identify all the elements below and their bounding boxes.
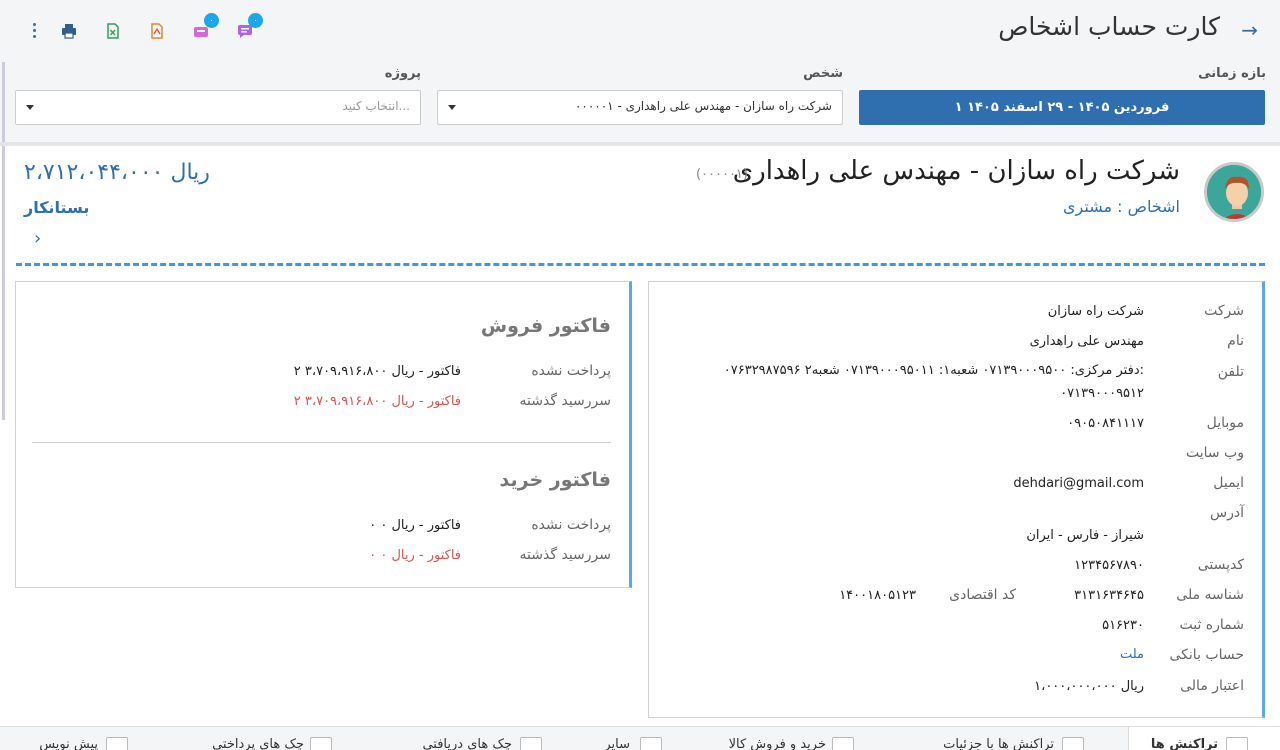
- more-menu-icon[interactable]: [28, 18, 40, 42]
- phone-value-line1: ۰۷۶۳۲۹۸۷۵۹۶ دفتر مرکزی: ۰۷۱۳۹۰۰۰۹۵۰۰ شعب…: [723, 363, 1144, 378]
- tab-other[interactable]: سایر: [604, 737, 630, 750]
- invoice-summary-card: فاکتور فروش پرداخت نشده ۲ فاکتور - ریال …: [15, 281, 632, 588]
- person-name: شرکت راه سازان - مهندس علی راهداری: [732, 156, 1180, 186]
- credit-label: اعتبار مالی: [1180, 678, 1244, 694]
- print-icon[interactable]: [58, 20, 80, 42]
- tab-checkbox-transactions-details[interactable]: [1062, 737, 1084, 750]
- tab-drafts[interactable]: پیش نویس: [39, 737, 98, 750]
- project-label: پروژه: [384, 66, 421, 81]
- purchase-overdue-label: سررسید گذشته: [519, 547, 611, 563]
- pdf-export-icon[interactable]: [146, 20, 168, 42]
- sales-unpaid-label: پرداخت نشده: [531, 363, 611, 379]
- divider: [32, 442, 611, 443]
- filters-bar: بازه زمانی ۱ فروردین ۱۴۰۵ - ۲۹ اسفند ۱۴۰…: [0, 62, 1280, 142]
- phone-value-line2: ۰۷۱۳۹۰۰۰۹۵۱۲: [1060, 386, 1144, 401]
- address-label: آدرس: [1210, 505, 1244, 521]
- person-select[interactable]: ۰۰۰۰۰۱ - شرکت راه سازان - مهندس علی راهد…: [437, 90, 843, 125]
- company-value: شرکت راه سازان: [1047, 304, 1144, 319]
- person-type: اشخاص : مشتری: [1063, 197, 1180, 216]
- project-select[interactable]: انتخاب کنید...: [15, 90, 421, 125]
- tab-checkbox-received-cheques[interactable]: [520, 737, 542, 750]
- inbox-icon[interactable]: ۰: [190, 13, 219, 42]
- tab-transactions-details[interactable]: تراکنش ها با جزئیات: [943, 737, 1054, 750]
- person-select-value: ۰۰۰۰۰۱ - شرکت راه سازان - مهندس علی راهد…: [574, 99, 832, 113]
- name-value: مهندس علی راهداری: [1029, 334, 1144, 349]
- tab-goods-trade[interactable]: خرید و فروش کالا: [729, 737, 826, 750]
- balance-amount: ریال ۲،۷۱۲،۰۴۴،۰۰۰: [24, 160, 210, 185]
- bank-account-link[interactable]: ملت: [1120, 647, 1144, 662]
- sales-invoice-title: فاکتور فروش: [480, 315, 611, 337]
- bank-account-label: حساب بانکی: [1169, 647, 1245, 663]
- balance-status: بستانکار: [24, 198, 90, 217]
- person-label: شخص: [803, 66, 843, 81]
- sales-overdue-label: سررسید گذشته: [519, 393, 611, 409]
- date-range-button[interactable]: ۱ فروردین ۱۴۰۵ - ۲۹ اسفند ۱۴۰۵: [859, 90, 1265, 125]
- purchase-unpaid-label: پرداخت نشده: [531, 517, 611, 533]
- tab-received-cheques[interactable]: چک های دریافتی: [422, 737, 512, 750]
- inbox-badge: ۰: [204, 13, 219, 28]
- phone-label: تلفن: [1217, 364, 1244, 380]
- tab-checkbox-goods[interactable]: [832, 737, 854, 750]
- chevron-right-icon[interactable]: ›: [34, 228, 41, 249]
- divider: [0, 142, 1280, 146]
- person-code: (۰۰۰۰۰۱): [695, 167, 748, 182]
- purchase-unpaid-value: ۰ فاکتور - ریال ۰: [369, 518, 461, 533]
- tab-checkbox-other[interactable]: [640, 737, 662, 750]
- economic-code-value: ۱۴۰۰۱۸۰۵۱۲۳: [839, 588, 916, 603]
- credit-value: ریال ۱،۰۰۰،۰۰۰،۰۰۰: [1034, 679, 1144, 694]
- person-info-card: شرکت شرکت راه سازان نام مهندس علی راهدار…: [648, 281, 1265, 718]
- national-id-label: شناسه ملی: [1176, 587, 1244, 603]
- company-label: شرکت: [1204, 303, 1244, 319]
- mobile-label: موبایل: [1206, 415, 1244, 431]
- purchase-invoice-title: فاکتور خرید: [499, 469, 611, 491]
- messages-icon[interactable]: ۰: [234, 13, 263, 42]
- back-arrow-icon[interactable]: →: [1241, 18, 1258, 42]
- scrollbar-track[interactable]: [2, 62, 5, 420]
- date-range-label: بازه زمانی: [1198, 66, 1266, 81]
- project-select-placeholder: انتخاب کنید...: [342, 99, 410, 113]
- chevron-down-icon: [448, 105, 456, 110]
- sales-unpaid-value: ۲ فاکتور - ریال ۳،۷۰۹،۹۱۶،۸۰۰: [293, 364, 461, 379]
- national-id-value: ۳۱۳۱۶۳۴۶۴۵: [1074, 588, 1144, 603]
- chevron-down-icon: [26, 105, 34, 110]
- dashed-divider: [16, 263, 1265, 266]
- mobile-value: ۰۹۰۵۰۸۴۱۱۱۷: [1067, 416, 1144, 431]
- email-value: dehdari@gmail.com: [1013, 476, 1144, 491]
- page-title: کارت حساب اشخاص: [998, 12, 1220, 41]
- tab-checkbox-transactions[interactable]: [1226, 737, 1248, 750]
- email-label: ایمیل: [1213, 475, 1244, 491]
- address-value: شیراز - فارس - ایران: [1026, 528, 1144, 543]
- website-label: وب سایت: [1185, 445, 1244, 461]
- tab-checkbox-drafts[interactable]: [106, 737, 128, 750]
- bottom-tabs: تراکنش ها تراکنش ها با جزئیات خرید و فرو…: [0, 726, 1280, 750]
- tab-paid-cheques[interactable]: چک های پرداختی: [212, 737, 304, 750]
- top-bar: → کارت حساب اشخاص ۰ ۰: [0, 0, 1280, 62]
- messages-badge: ۰: [248, 13, 263, 28]
- economic-code-label: کد اقتصادی: [949, 587, 1016, 603]
- registration-label: شماره ثبت: [1179, 617, 1244, 633]
- registration-value: ۵۱۶۲۳۰: [1102, 618, 1144, 633]
- tab-checkbox-paid-cheques[interactable]: [310, 737, 332, 750]
- sales-overdue-value: ۲ فاکتور - ریال ۳،۷۰۹،۹۱۶،۸۰۰: [293, 394, 461, 409]
- postal-code-label: کدپستی: [1197, 557, 1244, 573]
- purchase-overdue-value: ۰ فاکتور - ریال ۰: [369, 548, 461, 563]
- postal-code-value: ۱۲۳۴۵۶۷۸۹۰: [1074, 558, 1144, 573]
- avatar: [1204, 162, 1264, 222]
- name-label: نام: [1227, 333, 1244, 349]
- excel-export-icon[interactable]: [102, 20, 124, 42]
- tab-transactions[interactable]: تراکنش ها: [1151, 737, 1218, 750]
